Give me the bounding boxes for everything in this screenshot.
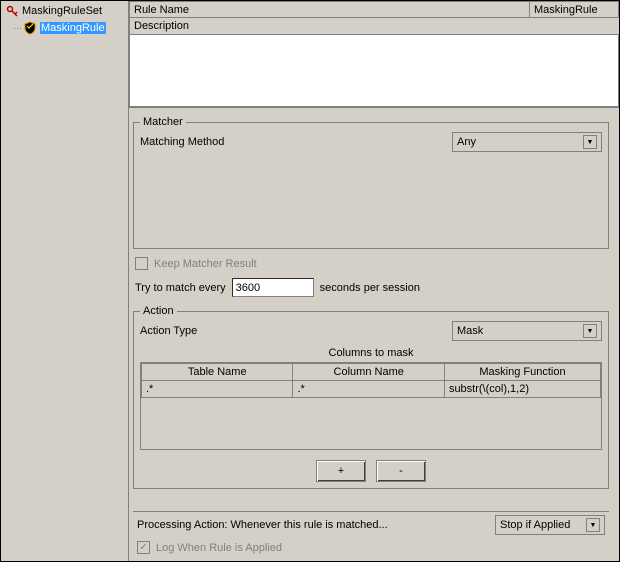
match-every-suffix: seconds per session — [320, 282, 420, 294]
col-header-func: Masking Function — [444, 364, 600, 381]
match-every-prefix: Try to match every — [135, 282, 226, 294]
keep-matcher-result-checkbox: Keep Matcher Result — [135, 257, 609, 270]
chevron-down-icon: ▼ — [586, 518, 600, 532]
row-buttons: + - — [140, 460, 602, 482]
columns-table: Table Name Column Name Masking Function … — [141, 363, 601, 398]
keep-matcher-result-label: Keep Matcher Result — [154, 258, 257, 270]
columns-title: Columns to mask — [140, 347, 602, 359]
remove-row-button[interactable]: - — [376, 460, 426, 482]
cell-table-name[interactable]: .* — [142, 381, 293, 398]
matching-method-select[interactable]: Any ▼ — [452, 132, 602, 152]
action-type-select[interactable]: Mask ▼ — [452, 321, 602, 341]
description-label: Description — [129, 18, 619, 35]
matching-method-value: Any — [457, 136, 476, 148]
log-when-applied-checkbox: ✓ Log When Rule is Applied — [133, 538, 609, 557]
rule-name-label: Rule Name — [129, 1, 529, 18]
matching-method-label: Matching Method — [140, 136, 330, 148]
form-body: Matcher Matching Method Any ▼ Keep Match… — [129, 108, 619, 561]
cell-masking-function[interactable]: substr(\(col),1,2) — [444, 381, 600, 398]
action-type-label: Action Type — [140, 325, 330, 337]
col-header-table: Table Name — [142, 364, 293, 381]
cell-column-name[interactable]: .* — [293, 381, 444, 398]
chevron-down-icon: ▼ — [583, 324, 597, 338]
col-header-column: Column Name — [293, 364, 444, 381]
chevron-down-icon: ▼ — [583, 135, 597, 149]
tree-label-root: MaskingRuleSet — [22, 5, 102, 17]
processing-action-row: Processing Action: Whenever this rule is… — [133, 511, 609, 538]
matcher-legend: Matcher — [140, 116, 186, 128]
tree-pane: MaskingRuleSet ⋯ MaskingRule — [1, 1, 129, 561]
description-input[interactable] — [129, 35, 619, 107]
action-legend: Action — [140, 305, 177, 317]
columns-table-wrap: Table Name Column Name Masking Function … — [140, 362, 602, 450]
processing-action-select[interactable]: Stop if Applied ▼ — [495, 515, 605, 535]
header-grid: Rule Name MaskingRule Description — [129, 1, 619, 108]
processing-action-value: Stop if Applied — [500, 519, 570, 531]
add-row-button[interactable]: + — [316, 460, 366, 482]
table-row[interactable]: .* .* substr(\(col),1,2) — [142, 381, 601, 398]
matcher-fieldset: Matcher Matching Method Any ▼ — [133, 116, 609, 249]
log-when-applied-label: Log When Rule is Applied — [156, 542, 282, 554]
tree-label-child: MaskingRule — [40, 22, 106, 34]
right-pane: Rule Name MaskingRule Description Matche… — [129, 1, 619, 561]
tree-item-child[interactable]: ⋯ MaskingRule — [1, 20, 128, 36]
checkbox-box — [135, 257, 148, 270]
shield-icon — [23, 21, 37, 35]
action-type-value: Mask — [457, 325, 483, 337]
tree-item-root[interactable]: MaskingRuleSet — [1, 3, 128, 19]
tree-connector: ⋯ — [13, 23, 21, 34]
action-fieldset: Action Action Type Mask ▼ Columns to mas… — [133, 305, 609, 489]
key-icon — [5, 4, 19, 18]
app-window: MaskingRuleSet ⋯ MaskingRule Rule Name M… — [0, 0, 620, 562]
processing-action-label: Processing Action: Whenever this rule is… — [137, 519, 388, 531]
match-every-row: Try to match every seconds per session — [135, 278, 609, 297]
table-header-row: Table Name Column Name Masking Function — [142, 364, 601, 381]
match-every-input[interactable] — [232, 278, 314, 297]
rule-name-value[interactable]: MaskingRule — [529, 1, 619, 18]
checkbox-box: ✓ — [137, 541, 150, 554]
